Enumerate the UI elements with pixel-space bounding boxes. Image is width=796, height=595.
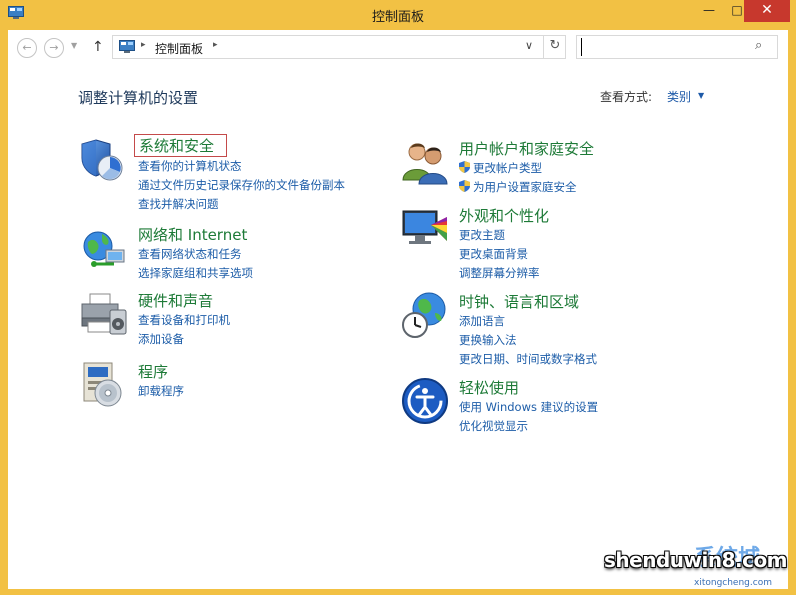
watermark-subtext: xitongcheng.com bbox=[694, 578, 772, 588]
category-clock-language-region: 时钟、语言和区域 添加语言 更换输入法 更改日期、时间或数字格式 bbox=[401, 291, 771, 366]
link-label[interactable]: 更改帐户类型 bbox=[473, 161, 542, 175]
shield-icon[interactable] bbox=[80, 136, 128, 184]
window-title: 控制面板 bbox=[371, 10, 424, 25]
category-ease-of-access: 轻松使用 使用 Windows 建议的设置 优化视觉显示 bbox=[401, 377, 771, 433]
up-button[interactable]: ↑ bbox=[92, 39, 104, 55]
chevron-down-icon[interactable]: ▼ bbox=[698, 91, 704, 100]
appearance-icon[interactable] bbox=[401, 205, 449, 253]
link-screen-resolution[interactable]: 调整屏幕分辨率 bbox=[459, 265, 540, 281]
ease-of-access-icon[interactable] bbox=[401, 377, 449, 425]
category-user-accounts: 用户帐户和家庭安全 更改帐户类型 为用户设置家庭安全 bbox=[401, 138, 771, 198]
programs-icon[interactable] bbox=[80, 361, 128, 409]
address-bar[interactable]: ▸ 控制面板 ▸ ∨ ↻ bbox=[112, 35, 566, 59]
category-appearance: 外观和个性化 更改主题 更改桌面背景 调整屏幕分辨率 bbox=[401, 205, 771, 280]
forward-button[interactable]: → bbox=[44, 38, 64, 58]
category-title[interactable]: 时钟、语言和区域 bbox=[459, 291, 579, 312]
link-homegroup[interactable]: 选择家庭组和共享选项 bbox=[138, 265, 253, 281]
uac-shield-icon bbox=[459, 161, 470, 173]
category-title[interactable]: 外观和个性化 bbox=[459, 205, 549, 226]
category-title[interactable]: 用户帐户和家庭安全 bbox=[459, 138, 594, 159]
link-uninstall-program[interactable]: 卸载程序 bbox=[138, 383, 184, 399]
link-devices-printers[interactable]: 查看设备和打印机 bbox=[138, 312, 230, 328]
link-add-language[interactable]: 添加语言 bbox=[459, 313, 505, 329]
minimize-button[interactable]: — bbox=[694, 0, 724, 22]
search-icon[interactable]: ⌕ bbox=[755, 38, 762, 53]
search-box[interactable]: ⌕ bbox=[576, 35, 778, 59]
category-programs: 程序 卸载程序 bbox=[80, 361, 400, 411]
breadcrumb-control-panel[interactable]: 控制面板 bbox=[155, 40, 203, 57]
address-dropdown-button[interactable]: ∨ bbox=[525, 39, 533, 52]
breadcrumb-separator[interactable]: ▸ bbox=[141, 40, 146, 50]
printer-icon[interactable] bbox=[80, 290, 128, 338]
back-button[interactable]: ← bbox=[17, 38, 37, 58]
window-client: ← → ▼ ↑ ▸ 控制面板 ▸ ∨ ↻ ⌕ 调整计算机的设置 查看方式: 类别… bbox=[8, 30, 788, 589]
category-title[interactable]: 轻松使用 bbox=[459, 377, 519, 398]
link-family-safety[interactable]: 为用户设置家庭安全 bbox=[459, 179, 577, 195]
recent-locations-button[interactable]: ▼ bbox=[71, 41, 77, 50]
watermark-text: shenduwin8.com bbox=[604, 548, 788, 572]
users-icon[interactable] bbox=[401, 138, 449, 186]
refresh-button[interactable]: ↻ bbox=[543, 35, 566, 59]
category-hardware-sound: 硬件和声音 查看设备和打印机 添加设备 bbox=[80, 290, 400, 350]
uac-shield-icon bbox=[459, 180, 470, 192]
control-panel-icon bbox=[119, 40, 135, 53]
link-change-input[interactable]: 更换输入法 bbox=[459, 332, 517, 348]
network-icon[interactable] bbox=[80, 224, 128, 272]
category-title[interactable]: 程序 bbox=[138, 361, 168, 382]
link-optimize-visual[interactable]: 优化视觉显示 bbox=[459, 418, 528, 434]
close-button[interactable]: ✕ bbox=[744, 0, 790, 22]
category-title[interactable]: 硬件和声音 bbox=[138, 290, 213, 311]
search-input[interactable] bbox=[581, 38, 751, 56]
category-title[interactable]: 系统和安全 bbox=[134, 134, 228, 157]
breadcrumb-separator[interactable]: ▸ bbox=[213, 40, 218, 50]
link-network-status[interactable]: 查看网络状态和任务 bbox=[138, 246, 242, 262]
link-windows-recommended[interactable]: 使用 Windows 建议的设置 bbox=[459, 399, 598, 415]
link-change-account-type[interactable]: 更改帐户类型 bbox=[459, 160, 542, 176]
category-title[interactable]: 网络和 Internet bbox=[138, 224, 247, 245]
link-file-history[interactable]: 通过文件历史记录保存你的文件备份副本 bbox=[138, 177, 345, 193]
link-change-theme[interactable]: 更改主题 bbox=[459, 227, 505, 243]
link-troubleshoot[interactable]: 查找并解决问题 bbox=[138, 196, 219, 212]
clock-globe-icon[interactable] bbox=[401, 291, 449, 339]
view-by-dropdown[interactable]: 类别 bbox=[667, 88, 691, 105]
link-label[interactable]: 为用户设置家庭安全 bbox=[473, 180, 577, 194]
view-by-label: 查看方式: bbox=[600, 90, 653, 104]
link-desktop-background[interactable]: 更改桌面背景 bbox=[459, 246, 528, 262]
page-title: 调整计算机的设置 bbox=[78, 89, 199, 107]
link-view-computer-status[interactable]: 查看你的计算机状态 bbox=[138, 158, 242, 174]
link-date-time-format[interactable]: 更改日期、时间或数字格式 bbox=[459, 351, 597, 367]
navigation-bar: ← → ▼ ↑ ▸ 控制面板 ▸ ∨ ↻ ⌕ bbox=[8, 30, 788, 66]
category-network-internet: 网络和 Internet 查看网络状态和任务 选择家庭组和共享选项 bbox=[80, 224, 400, 284]
link-add-device[interactable]: 添加设备 bbox=[138, 331, 184, 347]
title-bar: 控制面板 — □ ✕ bbox=[0, 0, 796, 30]
category-system-security: 系统和安全 查看你的计算机状态 通过文件历史记录保存你的文件备份副本 查找并解决… bbox=[80, 134, 400, 216]
